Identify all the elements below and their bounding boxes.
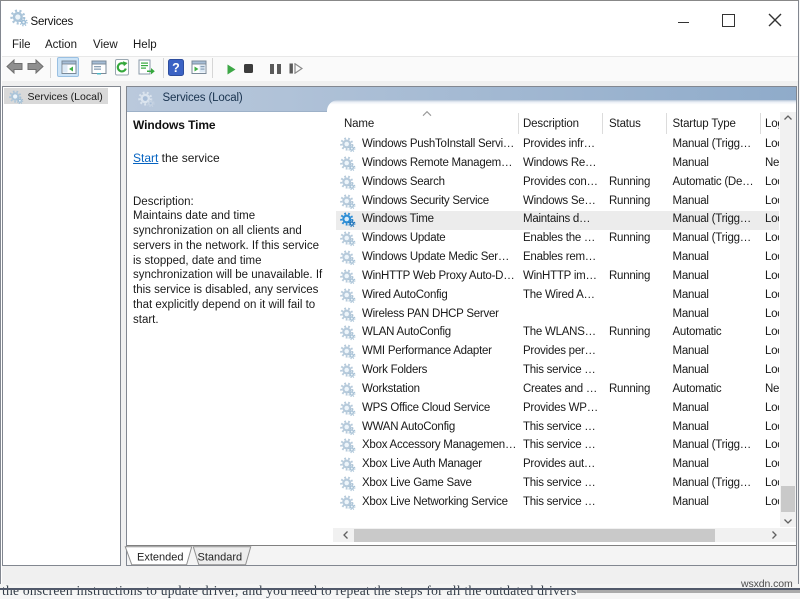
svg-text:Standard: Standard — [198, 551, 243, 563]
svg-text:?: ? — [172, 61, 180, 75]
svg-text:Extended: Extended — [137, 551, 183, 563]
